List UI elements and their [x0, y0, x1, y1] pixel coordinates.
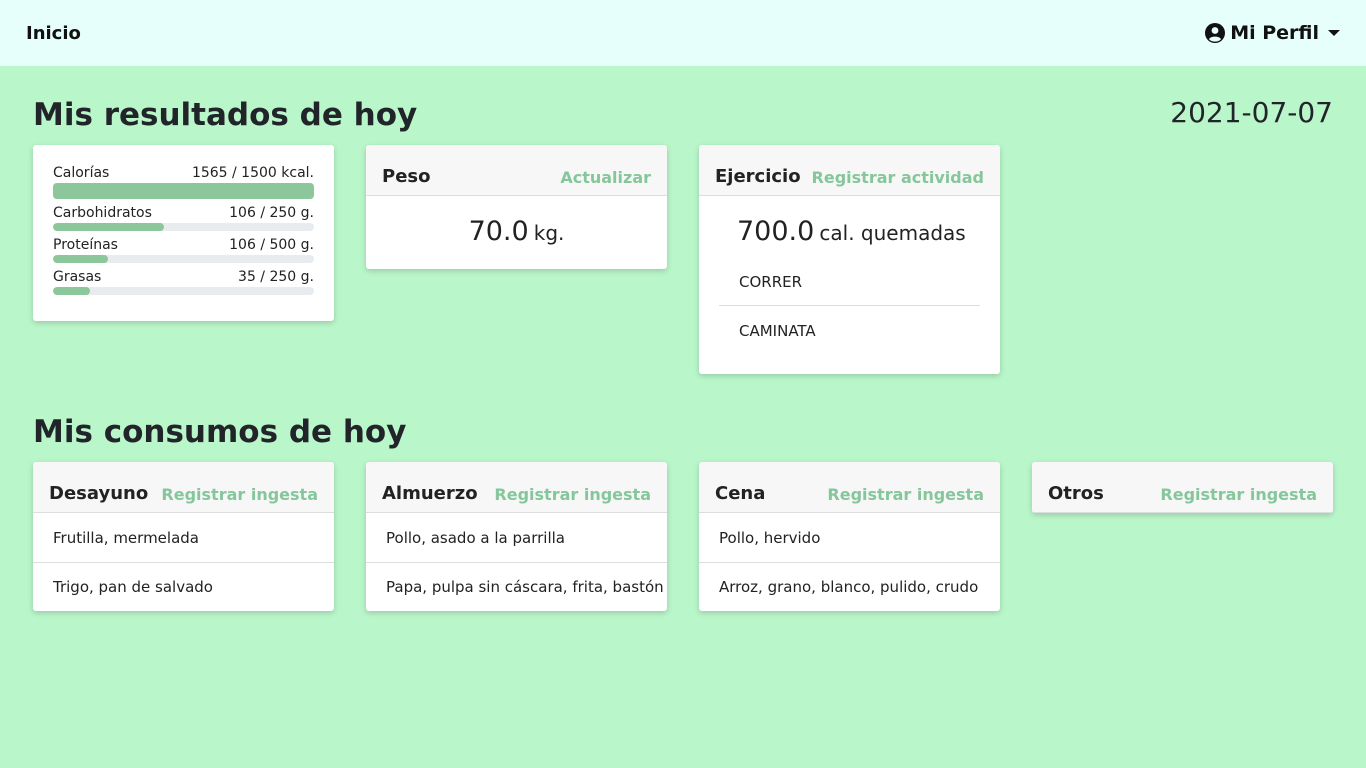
card-title: Ejercicio [715, 166, 801, 187]
stat-value: 106 / 500 g. [229, 237, 314, 253]
card-title: Almuerzo [382, 483, 478, 504]
caret-down-icon [1328, 30, 1340, 36]
card-header: Peso Actualizar [366, 145, 667, 196]
card-header: Desayuno Registrar ingesta [33, 462, 334, 513]
food-item: Frutilla, mermelada [53, 528, 199, 547]
card-title: Desayuno [49, 483, 149, 504]
current-date: 2021-07-07 [1170, 96, 1333, 129]
daily-results-card: Calorías 1565 / 1500 kcal. Carbohidratos… [33, 145, 334, 321]
progress-fill [53, 255, 109, 263]
weight-unit: kg. [533, 221, 565, 245]
activity-item: CAMINATA [719, 305, 980, 354]
carbohydrates-progress-bar [53, 223, 314, 231]
card-header: Almuerzo Registrar ingesta [366, 462, 667, 513]
food-item: Papa, pulpa sin cáscara, frita, bastón [366, 562, 667, 611]
register-intake-link[interactable]: Registrar ingesta [161, 485, 318, 504]
top-navbar: Inicio Mi Perfil [0, 0, 1366, 66]
calories-burned: 700.0 cal. quemadas [699, 196, 1000, 247]
progress-fill [53, 287, 90, 295]
stat-value: 35 / 250 g. [238, 269, 314, 285]
fats-progress-bar [53, 287, 314, 295]
burned-number: 700.0 [737, 216, 815, 247]
card-header: Ejercicio Registrar actividad [699, 145, 1000, 196]
meal-card-lunch: Almuerzo Registrar ingesta Pollo, asado … [366, 462, 667, 611]
card-header: Otros Registrar ingesta [1032, 462, 1333, 513]
stat-value: 1565 / 1500 kcal. [191, 165, 314, 181]
card-header: Cena Registrar ingesta [699, 462, 1000, 513]
stat-label: Carbohidratos [53, 205, 152, 221]
card-title: Otros [1048, 483, 1104, 504]
meal-card-breakfast: Desayuno Registrar ingesta Frutilla, mer… [33, 462, 334, 611]
food-item: Pollo, hervido [719, 528, 821, 547]
weight-number: 70.0 [468, 216, 529, 247]
register-activity-link[interactable]: Registrar actividad [812, 168, 984, 187]
stat-proteins: Proteínas 106 / 500 g. [53, 237, 314, 263]
proteins-progress-bar [53, 255, 314, 263]
register-intake-link[interactable]: Registrar ingesta [1160, 485, 1317, 504]
weight-card: Peso Actualizar 70.0 kg. [366, 145, 667, 269]
stat-label: Grasas [53, 269, 102, 285]
card-title: Peso [382, 166, 431, 187]
stat-fats: Grasas 35 / 250 g. [53, 269, 314, 295]
register-intake-link[interactable]: Registrar ingesta [494, 485, 651, 504]
stat-label: Calorías [53, 165, 110, 181]
meal-card-others: Otros Registrar ingesta [1032, 462, 1333, 513]
update-weight-link[interactable]: Actualizar [560, 168, 651, 187]
stat-calories: Calorías 1565 / 1500 kcal. [53, 165, 314, 199]
food-item: Pollo, asado a la parrilla [386, 528, 565, 547]
stat-value: 106 / 250 g. [229, 205, 314, 221]
nav-home-link[interactable]: Inicio [26, 23, 81, 44]
progress-fill [53, 223, 164, 231]
register-intake-link[interactable]: Registrar ingesta [827, 485, 984, 504]
results-title: Mis resultados de hoy [33, 97, 418, 133]
meal-card-dinner: Cena Registrar ingesta Pollo, hervido Ar… [699, 462, 1000, 611]
profile-dropdown[interactable]: Mi Perfil [1205, 22, 1340, 44]
activity-list: CORRER CAMINATA [719, 257, 980, 354]
stat-carbohydrates: Carbohidratos 106 / 250 g. [53, 205, 314, 231]
burned-unit: cal. quemadas [819, 221, 966, 245]
card-title: Cena [715, 483, 766, 504]
progress-fill [53, 183, 314, 199]
user-circle-icon [1205, 23, 1226, 43]
activity-item: CORRER [739, 273, 803, 291]
food-item: Arroz, grano, blanco, pulido, crudo [699, 562, 1000, 611]
food-item: Trigo, pan de salvado [33, 562, 334, 611]
stat-label: Proteínas [53, 237, 118, 253]
exercise-card: Ejercicio Registrar actividad 700.0 cal.… [699, 145, 1000, 374]
calories-progress-bar [53, 183, 314, 199]
consumption-title: Mis consumos de hoy [33, 414, 407, 450]
weight-value: 70.0 kg. [366, 196, 667, 247]
profile-label: Mi Perfil [1230, 22, 1319, 44]
